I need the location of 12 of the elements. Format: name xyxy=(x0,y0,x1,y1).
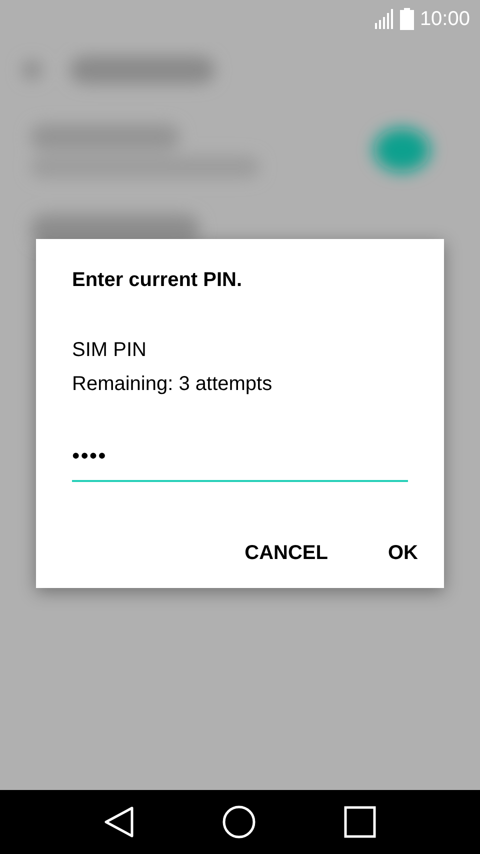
cancel-button[interactable]: CANCEL xyxy=(238,530,334,576)
dialog-title: Enter current PIN. xyxy=(72,268,244,293)
dialog-text: Remaining: 3 attempts xyxy=(72,372,274,397)
ok-button[interactable]: OK xyxy=(382,530,424,576)
back-icon[interactable] xyxy=(104,806,134,838)
battery-icon xyxy=(400,8,414,30)
pin-field[interactable]: •••• xyxy=(72,435,408,482)
clock-time: 10:00 xyxy=(420,7,470,32)
home-icon[interactable] xyxy=(222,805,256,839)
dialog-text: SIM PIN xyxy=(72,338,148,363)
signal-icon xyxy=(374,9,394,29)
recents-icon[interactable] xyxy=(344,806,376,838)
